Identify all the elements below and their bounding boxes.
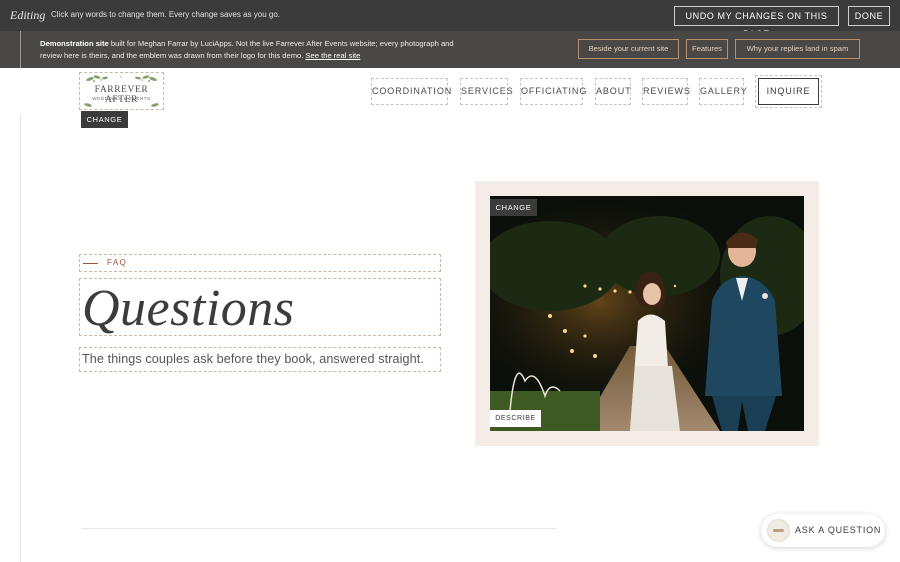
nav-officiating[interactable]: OFFICIATING	[520, 78, 586, 105]
nav-coordination[interactable]: COORDINATION	[371, 78, 451, 105]
site-logo[interactable]: FARREVER AFTER WEDDINGS & EVENTS	[79, 72, 164, 110]
ask-question-label: ASK A QUESTION	[795, 525, 882, 535]
editing-mode-label: Editing	[10, 8, 46, 22]
nav-services[interactable]: SERVICES	[460, 78, 513, 105]
eyebrow-field[interactable]: FAQ	[79, 254, 441, 272]
eyebrow-label: FAQ	[107, 258, 128, 267]
eyebrow-rule	[83, 263, 98, 264]
change-photo-button[interactable]: CHANGE	[490, 199, 537, 216]
chat-avatar-icon	[767, 519, 790, 542]
undo-changes-button[interactable]: UNDO MY CHANGES ON THIS PAGE	[674, 6, 839, 39]
section-divider	[81, 528, 556, 529]
demo-divider	[20, 31, 21, 68]
features-button[interactable]: Features	[686, 39, 728, 59]
nav-about[interactable]: ABOUT	[595, 78, 631, 105]
demo-notice-lead: Demonstration site	[40, 39, 109, 48]
wedding-couple-image	[490, 196, 804, 431]
describe-photo-button[interactable]: DESCRIBE	[490, 410, 541, 427]
hero-photo[interactable]	[490, 196, 804, 431]
page-subtitle: The things couples ask before they book,…	[82, 352, 424, 366]
subtitle-field[interactable]: The things couples ask before they book,…	[79, 347, 441, 372]
see-real-site-link[interactable]: See the real site	[305, 51, 360, 60]
page-title: Questions	[82, 280, 295, 337]
logo-subtitle: WEDDINGS & EVENTS	[92, 96, 151, 101]
ask-question-button[interactable]: ASK A QUESTION	[761, 514, 885, 547]
demo-notice-bar: Demonstration site built for Meghan Farr…	[0, 31, 900, 68]
inquire-editable-frame: INQUIRE	[755, 75, 822, 108]
inquire-button[interactable]: INQUIRE	[758, 78, 819, 105]
editing-hint: Click any words to change them. Every ch…	[51, 10, 281, 19]
page-left-rule	[20, 115, 21, 562]
spam-replies-button[interactable]: Why your replies land in spam	[735, 39, 860, 59]
nav-reviews[interactable]: REVIEWS	[642, 78, 690, 105]
editing-toolbar: Editing Click any words to change them. …	[0, 0, 900, 39]
change-logo-button[interactable]: CHANGE	[81, 111, 128, 128]
nav-gallery[interactable]: GALLERY	[699, 78, 747, 105]
demo-notice-text: Demonstration site built for Meghan Farr…	[40, 38, 460, 62]
done-button[interactable]: DONE	[848, 6, 890, 26]
hero-photo-card	[475, 181, 819, 446]
beside-current-site-button[interactable]: Beside your current site	[578, 39, 679, 59]
page-title-field[interactable]: Questions	[79, 278, 441, 337]
logo-title: FARREVER AFTER	[94, 85, 149, 105]
